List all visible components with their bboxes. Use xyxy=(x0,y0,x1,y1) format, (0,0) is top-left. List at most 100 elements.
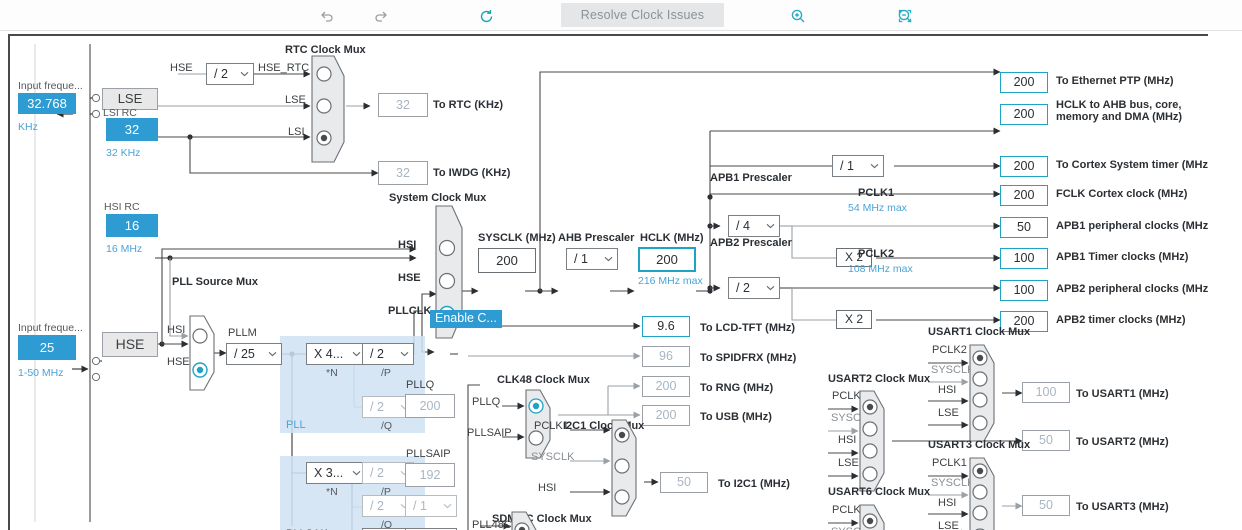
system-clock-mux-title: System Clock Mux xyxy=(389,192,487,204)
pllsai-p-value: / 2 xyxy=(370,466,384,480)
usart6-clock-mux[interactable] xyxy=(858,503,886,530)
pllm-label: PLLM xyxy=(228,327,257,339)
to-rng-value: 200 xyxy=(642,376,690,397)
usart1-clock-mux[interactable] xyxy=(968,343,996,443)
pllsai-n-value: X 3... xyxy=(314,466,344,480)
usart1-mux-input-hsi-label: HSI xyxy=(938,384,957,396)
lse-input-caption: Input freque... xyxy=(18,80,83,92)
chevron-down-icon xyxy=(439,503,456,509)
output-value-0: 200 xyxy=(1000,72,1048,93)
lsi-rc-value[interactable]: 32 xyxy=(106,118,158,141)
pllq-value: / 2 xyxy=(370,400,384,414)
system-clock-mux-input-pllclk-label: PLLCLK xyxy=(388,305,432,317)
usart2-mux-input-hsi-label: HSI xyxy=(838,434,857,446)
pllsai-div1-dropdown[interactable]: / 1 xyxy=(405,495,457,517)
output-label-3: FCLK Cortex clock (MHz) xyxy=(1056,188,1188,200)
hclk-max-label: 216 MHz max xyxy=(638,275,703,287)
output-value-6: 100 xyxy=(1000,280,1048,301)
sdmmc-clock-mux[interactable] xyxy=(510,510,538,530)
pclk1-label: PCLK1 xyxy=(858,187,895,199)
chevron-down-icon xyxy=(600,256,617,262)
clock-toolbar: Resolve Clock Issues xyxy=(0,0,1242,31)
clk48-mux-input-pllq-label: PLLQ xyxy=(472,396,501,408)
clk48-mux-input-pllsaip-label: PLLSAIP xyxy=(467,427,512,439)
output-label-0: To Ethernet PTP (MHz) xyxy=(1056,75,1174,87)
usart6-clock-mux-title: USART6 Clock Mux xyxy=(828,486,931,498)
zoom-out-icon[interactable] xyxy=(894,6,916,26)
to-i2c1-value: 50 xyxy=(660,472,708,493)
chevron-down-icon xyxy=(264,351,281,357)
resolve-clock-issues-button[interactable]: Resolve Clock Issues xyxy=(561,3,724,27)
i2c1-clock-mux[interactable] xyxy=(610,418,638,518)
usart3-clock-mux[interactable] xyxy=(968,456,996,530)
lse-input-frequency-field[interactable]: 32.768 xyxy=(18,93,76,114)
sysclk-label: SYSCLK (MHz) xyxy=(478,232,556,244)
pllm-value: / 25 xyxy=(234,347,255,361)
hclk-value[interactable]: 200 xyxy=(638,247,696,272)
output-value-4: 50 xyxy=(1000,217,1048,238)
clock-tree-canvas[interactable]: Input freque... 32.768 KHz LSE LSI RC 32… xyxy=(8,34,1208,530)
output-label-1: HCLK to AHB bus, core, memory and DMA (M… xyxy=(1056,99,1183,123)
pllm-dropdown[interactable]: / 25 xyxy=(226,343,282,365)
hse-oscillator-box: HSE xyxy=(102,332,158,357)
sysclk-value[interactable]: 200 xyxy=(478,248,536,273)
zoom-in-icon[interactable] xyxy=(787,6,809,26)
usart3-mux-input-pclk1-label: PCLK1 xyxy=(932,457,967,469)
i2c1-mux-input-hsi-label: HSI xyxy=(538,482,557,494)
to-usart3-value: 50 xyxy=(1022,495,1070,516)
apb2-prescaler-value: / 2 xyxy=(736,281,750,295)
pllq-output-label: PLLQ xyxy=(406,379,435,391)
undo-icon[interactable] xyxy=(316,6,338,26)
output-value-2: 200 xyxy=(1000,156,1048,177)
usart2-clock-mux-title: USART2 Clock Mux xyxy=(828,373,931,385)
resolve-clock-issues-label: Resolve Clock Issues xyxy=(580,8,705,22)
apb1-prescaler-dropdown[interactable]: / 4 xyxy=(728,215,780,237)
to-i2c1-label: To I2C1 (MHz) xyxy=(718,478,790,490)
pllp-value: / 2 xyxy=(370,347,384,361)
pll-source-mux-input-hsi-label: HSI xyxy=(167,324,186,336)
hse-range-label: 1-50 MHz xyxy=(18,367,64,379)
pllp-sub-label: /P xyxy=(381,367,391,379)
hsi-rc-value[interactable]: 16 xyxy=(106,214,158,237)
pll-source-mux[interactable] xyxy=(188,314,216,392)
output-value-3: 200 xyxy=(1000,185,1048,206)
plln-dropdown[interactable]: X 4... xyxy=(306,343,366,365)
to-lcd-tft-value: 9.6 xyxy=(642,316,690,337)
rtc-clock-mux[interactable] xyxy=(310,54,346,164)
apb1-prescaler-value: / 4 xyxy=(736,219,750,233)
plln-value: X 4... xyxy=(314,347,344,361)
pllsai-n-dropdown[interactable]: X 3... xyxy=(306,462,366,484)
output-label-4: APB1 peripheral clocks (MHz) xyxy=(1056,220,1208,232)
output-label-5: APB1 Timer clocks (MHz) xyxy=(1056,251,1189,263)
system-clock-mux-input-hsi-label: HSI xyxy=(398,239,417,251)
clk48-clock-mux-title: CLK48 Clock Mux xyxy=(497,374,590,386)
plln-sub-label: *N xyxy=(326,367,338,379)
reset-icon[interactable] xyxy=(475,6,497,26)
ahb-prescaler-label: AHB Prescaler xyxy=(558,232,635,244)
to-usart2-label: To USART2 (MHz) xyxy=(1076,436,1169,448)
apb2-timer-multiplier: X 2 xyxy=(836,310,872,329)
hse-input-frequency-field[interactable]: 25 xyxy=(18,335,76,360)
chevron-down-icon xyxy=(866,163,883,169)
ahb-prescaler-dropdown[interactable]: / 1 xyxy=(566,248,618,270)
cortex-timer-divider-dropdown[interactable]: / 1 xyxy=(832,155,884,177)
pllsai-div1-value: / 1 xyxy=(413,499,427,513)
i2c1-mux-input-sysclk-label: SYSCLK xyxy=(531,451,575,463)
usart2-clock-mux[interactable] xyxy=(858,389,886,493)
redo-icon[interactable] xyxy=(370,6,392,26)
pllsaip-output-label: PLLSAIP xyxy=(406,448,451,460)
usart2-mux-input-lse-label: LSE xyxy=(838,457,859,469)
usart1-mux-input-lse-label: LSE xyxy=(938,407,959,419)
to-usart1-label: To USART1 (MHz) xyxy=(1076,388,1169,400)
rtc-hse-divider-dropdown[interactable]: / 2 xyxy=(206,63,254,85)
enable-clock-security-system-button[interactable]: Enable C... xyxy=(430,310,502,328)
apb2-prescaler-dropdown[interactable]: / 2 xyxy=(728,277,780,299)
pllsaip-output-value: 192 xyxy=(405,463,455,487)
to-usart3-label: To USART3 (MHz) xyxy=(1076,501,1169,513)
pllp-dropdown[interactable]: / 2 xyxy=(362,343,414,365)
to-rtc-label: To RTC (KHz) xyxy=(433,99,504,111)
output-value-1: 200 xyxy=(1000,104,1048,125)
to-rtc-value: 32 xyxy=(378,93,428,117)
to-rng-label: To RNG (MHz) xyxy=(700,382,774,394)
hclk-label: HCLK (MHz) xyxy=(640,232,704,244)
